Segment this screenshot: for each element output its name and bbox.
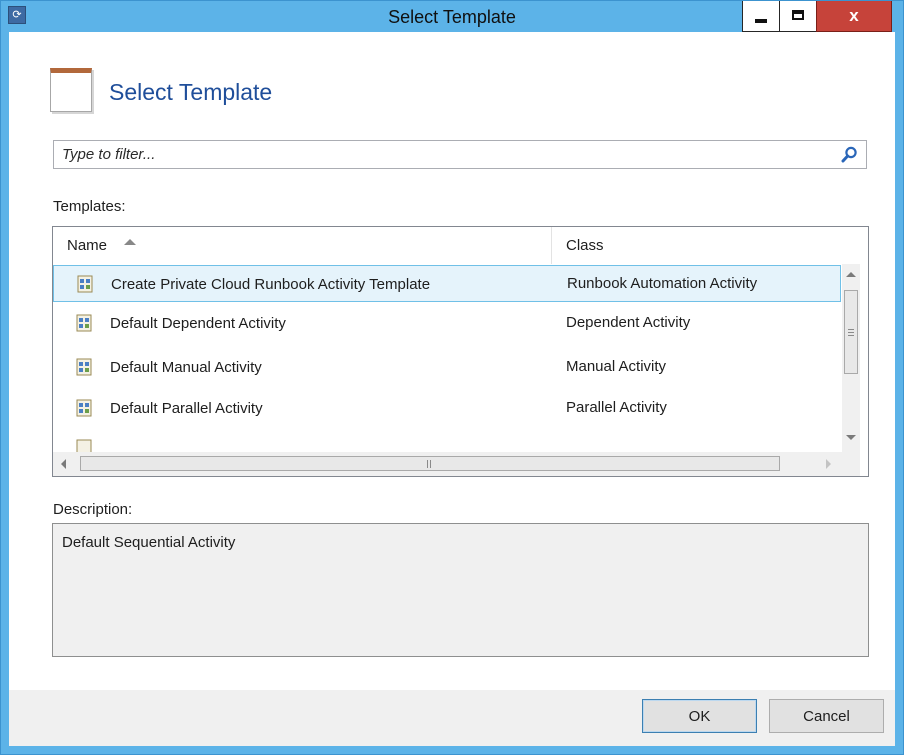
dialog-window: ⟳ Select Template x Select Template Temp… — [0, 0, 904, 755]
scrollbar-corner — [842, 452, 860, 476]
column-header-name[interactable]: Name — [53, 227, 552, 264]
sort-ascending-icon — [124, 239, 136, 245]
list-rows: Create Private Cloud Runbook Activity Te… — [53, 264, 841, 452]
row-name: Create Private Cloud Runbook Activity Te… — [111, 276, 431, 293]
row-class: Runbook Automation Activity — [567, 275, 758, 292]
activity-template-icon — [76, 399, 92, 417]
minimize-button[interactable] — [742, 1, 780, 32]
activity-template-icon — [76, 358, 92, 376]
filter-input[interactable] — [54, 141, 824, 168]
column-header-class[interactable]: Class — [552, 227, 842, 264]
cancel-button[interactable]: Cancel — [769, 699, 884, 733]
grip-line — [848, 335, 854, 336]
grip-line — [848, 332, 854, 333]
scroll-up-icon[interactable] — [846, 272, 856, 277]
table-row[interactable]: Create Private Cloud Runbook Activity Te… — [53, 265, 841, 302]
row-class: Parallel Activity — [566, 399, 667, 416]
horizontal-scroll-thumb[interactable] — [80, 456, 780, 471]
grip-line — [430, 460, 431, 468]
close-icon: x — [849, 6, 859, 25]
scroll-right-icon[interactable] — [826, 459, 831, 469]
activity-template-icon — [76, 439, 92, 452]
title-bar[interactable]: ⟳ Select Template x — [1, 1, 903, 32]
grip-line — [427, 460, 428, 468]
close-button[interactable]: x — [816, 1, 892, 32]
filter-box — [53, 140, 867, 169]
row-class: Manual Activity — [566, 358, 667, 375]
templates-list[interactable]: Name Class Create Private Cloud Runbook … — [52, 226, 869, 477]
row-class: Dependent Activity — [566, 314, 691, 331]
column-header-name-label: Name — [67, 237, 108, 254]
horizontal-scrollbar[interactable] — [53, 452, 842, 476]
table-row[interactable]: Default Dependent Activity Dependent Act… — [53, 305, 841, 342]
activity-template-icon — [77, 275, 93, 293]
maximize-icon — [792, 10, 804, 20]
dialog-footer — [9, 690, 895, 746]
ok-button[interactable]: OK — [642, 699, 757, 733]
table-row[interactable]: Default Manual Activity Manual Activity — [53, 349, 841, 386]
description-label: Description: — [53, 501, 133, 518]
scroll-down-icon[interactable] — [846, 435, 856, 440]
search-icon[interactable] — [841, 146, 858, 163]
scroll-left-icon[interactable] — [61, 459, 66, 469]
column-header-class-label: Class — [566, 237, 604, 254]
table-row[interactable]: Default Parallel Activity Parallel Activ… — [53, 390, 841, 427]
templates-label: Templates: — [53, 198, 126, 215]
description-box: Default Sequential Activity — [52, 523, 869, 657]
template-icon — [50, 68, 92, 112]
vertical-scrollbar[interactable] — [842, 264, 860, 452]
minimize-icon — [755, 19, 767, 23]
page-title: Select Template — [109, 79, 273, 105]
grip-line — [848, 329, 854, 330]
dialog-body: Select Template Templates: Name Class — [9, 32, 895, 746]
row-name: Default Dependent Activity — [110, 315, 286, 332]
activity-template-icon — [76, 314, 92, 332]
table-row-partial[interactable] — [53, 430, 841, 452]
vertical-scroll-thumb[interactable] — [844, 290, 858, 374]
maximize-button[interactable] — [779, 1, 817, 32]
row-name: Default Manual Activity — [110, 359, 262, 376]
row-name: Default Parallel Activity — [110, 400, 263, 417]
